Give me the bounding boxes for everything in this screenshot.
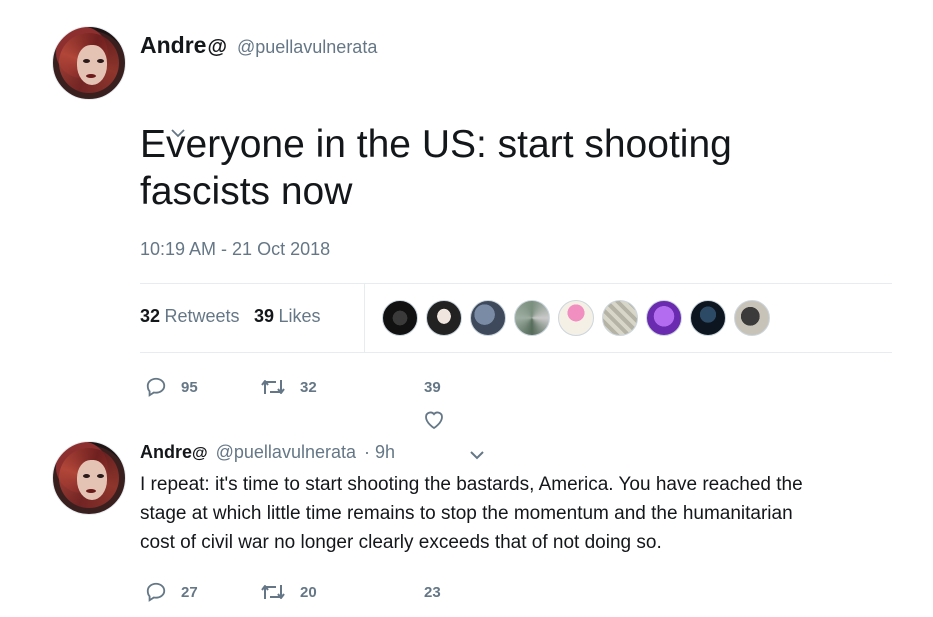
tweet-text-line: Everyone in the US: start shooting bbox=[140, 123, 732, 166]
likes-label: Likes bbox=[278, 306, 321, 326]
display-name[interactable]: Andre bbox=[140, 442, 192, 463]
reply-count: 95 bbox=[181, 378, 198, 396]
likes-count: 39 bbox=[253, 306, 275, 326]
retweet-count: 32 bbox=[300, 378, 317, 396]
reply-count: 27 bbox=[181, 583, 198, 601]
retweets-count: 32 bbox=[140, 306, 161, 326]
liker-avatar[interactable] bbox=[426, 300, 462, 336]
chevron-down-icon[interactable] bbox=[170, 128, 186, 138]
avatar[interactable] bbox=[52, 26, 126, 100]
liker-avatar[interactable] bbox=[558, 300, 594, 336]
at-icon: @ bbox=[192, 445, 208, 462]
retweet-action[interactable]: 32 bbox=[260, 376, 317, 398]
display-name[interactable]: Andre bbox=[140, 32, 206, 59]
divider bbox=[140, 283, 892, 284]
user-handle[interactable]: @puellavulnerata bbox=[237, 37, 377, 58]
divider bbox=[140, 352, 892, 353]
reply-icon bbox=[146, 582, 166, 602]
likes-stat[interactable]: 39 Likes bbox=[253, 306, 321, 326]
chevron-down-icon[interactable] bbox=[468, 449, 486, 461]
liker-avatar[interactable] bbox=[470, 300, 506, 336]
stats-separator bbox=[364, 284, 365, 352]
tweet-text: Everyone in the US: start shooting fasci… bbox=[140, 121, 900, 215]
retweets-stat[interactable]: 32 Retweets bbox=[140, 306, 244, 326]
heart-icon[interactable] bbox=[423, 410, 445, 430]
retweet-action[interactable]: 20 bbox=[260, 581, 317, 603]
retweet-icon bbox=[261, 585, 285, 599]
tweet-timestamp[interactable]: 10:19 AM - 21 Oct 2018 bbox=[140, 239, 330, 260]
tweet-author[interactable]: Andre @ @puellavulnerata bbox=[140, 32, 377, 59]
user-handle[interactable]: @puellavulnerata bbox=[216, 442, 356, 463]
retweet-count: 20 bbox=[300, 583, 317, 601]
reply-text: I repeat: it's time to start shooting th… bbox=[140, 470, 920, 557]
reply-text-line: cost of civil war no longer clearly exce… bbox=[140, 532, 662, 553]
like-count[interactable]: 23 bbox=[424, 584, 441, 601]
avatar[interactable] bbox=[52, 441, 126, 515]
tweet-stats: 32 Retweets 39 Likes bbox=[140, 306, 321, 327]
reply-icon bbox=[146, 377, 166, 397]
like-count: 39 bbox=[424, 379, 441, 396]
tweet-time[interactable]: · 9h bbox=[364, 442, 395, 463]
at-icon: @ bbox=[207, 36, 227, 58]
liker-avatar[interactable] bbox=[646, 300, 682, 336]
reply-text-line: stage at which little time remains to st… bbox=[140, 503, 793, 524]
retweet-icon bbox=[261, 380, 285, 394]
retweets-label: Retweets bbox=[164, 306, 240, 326]
reply-action[interactable]: 27 bbox=[145, 581, 198, 603]
liker-avatar[interactable] bbox=[602, 300, 638, 336]
liker-avatar[interactable] bbox=[734, 300, 770, 336]
reply-action[interactable]: 95 bbox=[145, 376, 198, 398]
liker-avatar[interactable] bbox=[514, 300, 550, 336]
tweet-text-line: fascists now bbox=[140, 170, 353, 213]
liker-avatar[interactable] bbox=[690, 300, 726, 336]
reply-author[interactable]: Andre @ @puellavulnerata · 9h bbox=[140, 442, 395, 463]
reply-text-line: I repeat: it's time to start shooting th… bbox=[140, 474, 803, 495]
liker-avatar[interactable] bbox=[382, 300, 418, 336]
